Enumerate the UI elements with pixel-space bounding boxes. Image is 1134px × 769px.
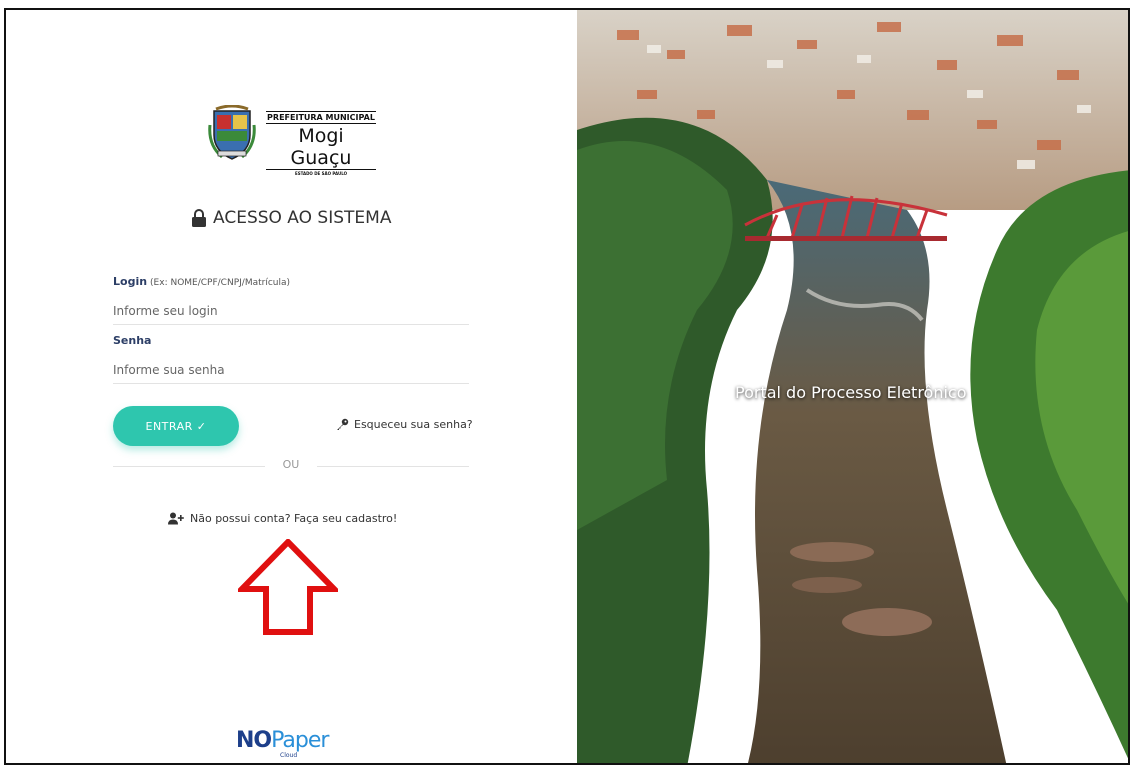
logo-line2: Mogi Guaçu — [290, 125, 352, 169]
brand-paper: Paper — [271, 728, 329, 753]
register-text: Não possui conta? Faça seu cadastro! — [190, 512, 398, 525]
login-input[interactable] — [113, 298, 469, 325]
logo-line1: PREFEITURA MUNICIPAL — [266, 111, 376, 124]
lock-icon — [192, 209, 206, 227]
red-arrow-icon — [238, 539, 338, 635]
logo-line3: ESTADO DE SÃO PAULO — [266, 169, 376, 176]
forgot-password-text: Esqueceu sua senha? — [354, 418, 473, 431]
crest-icon — [208, 105, 256, 160]
user-plus-icon — [168, 512, 184, 525]
logo-text: PREFEITURA MUNICIPAL Mogi Guaçu ESTADO D… — [266, 111, 376, 176]
nopaper-logo: NOPaper Cloud — [236, 728, 346, 762]
brand-no: NO — [236, 728, 272, 753]
submit-button[interactable]: ENTRAR ✓ — [113, 406, 239, 446]
brand-text: NOPaper — [236, 728, 346, 753]
hero-image: Portal do Processo Eletrônico — [577, 10, 1128, 763]
page-title-text: ACESSO AO SISTEMA — [213, 208, 392, 228]
password-input[interactable] — [113, 357, 469, 384]
password-label: Senha — [113, 334, 152, 347]
key-icon — [337, 418, 349, 430]
divider-left — [113, 466, 265, 467]
page-frame: PREFEITURA MUNICIPAL Mogi Guaçu ESTADO D… — [4, 8, 1130, 765]
page-title: ACESSO AO SISTEMA — [191, 206, 411, 230]
login-label-text: Login — [113, 275, 148, 288]
login-panel: PREFEITURA MUNICIPAL Mogi Guaçu ESTADO D… — [6, 10, 577, 763]
or-separator: OU — [282, 458, 300, 471]
portal-title: Portal do Processo Eletrônico — [735, 383, 967, 402]
city-logo: PREFEITURA MUNICIPAL Mogi Guaçu ESTADO D… — [208, 105, 383, 176]
brand-sub: Cloud — [280, 752, 298, 759]
login-label: Login (Ex: NOME/CPF/CNPJ/Matrícula) — [113, 275, 290, 288]
divider-right — [317, 466, 469, 467]
forgot-password-link[interactable]: Esqueceu sua senha? — [336, 418, 473, 431]
register-link[interactable]: Não possui conta? Faça seu cadastro! — [168, 512, 397, 525]
login-hint: (Ex: NOME/CPF/CNPJ/Matrícula) — [150, 278, 291, 288]
